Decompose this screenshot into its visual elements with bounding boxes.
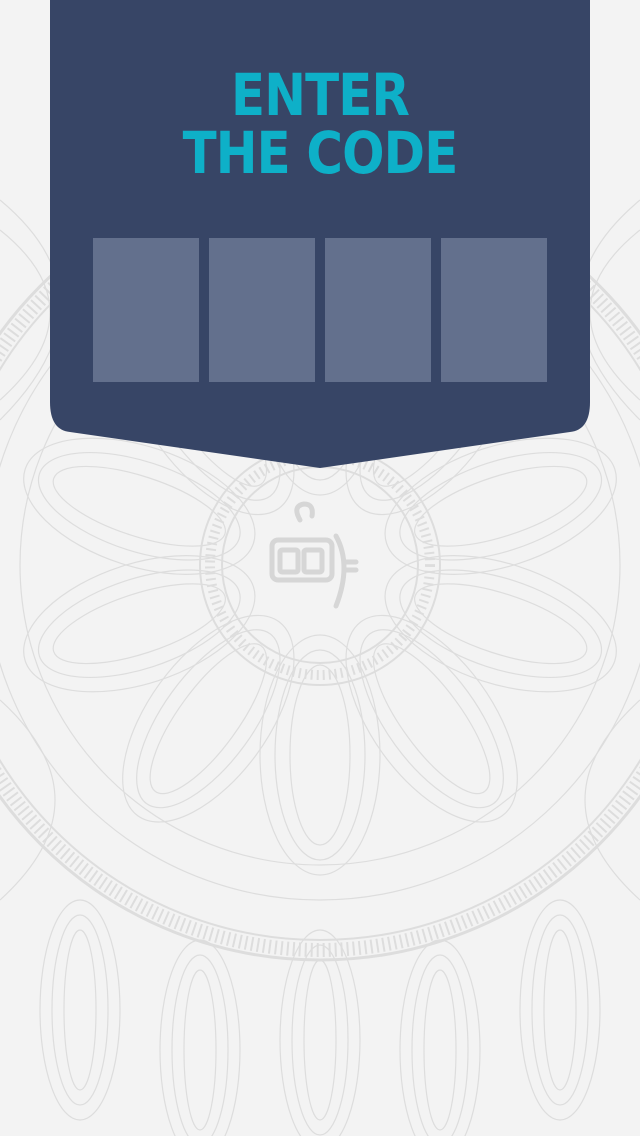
code-digit-box-2[interactable] <box>209 238 315 382</box>
code-digit-box-1[interactable] <box>93 238 199 382</box>
enter-code-screen: ENTER THE CODE <box>0 0 640 1136</box>
code-digit-box-4[interactable] <box>441 238 547 382</box>
code-digit-box-3[interactable] <box>325 238 431 382</box>
slot-machine-icon <box>269 501 359 609</box>
title-line-2: THE CODE <box>182 119 459 187</box>
code-input-group <box>93 238 547 382</box>
page-title: ENTER THE CODE <box>88 66 552 182</box>
title-line-1: ENTER <box>230 61 410 129</box>
